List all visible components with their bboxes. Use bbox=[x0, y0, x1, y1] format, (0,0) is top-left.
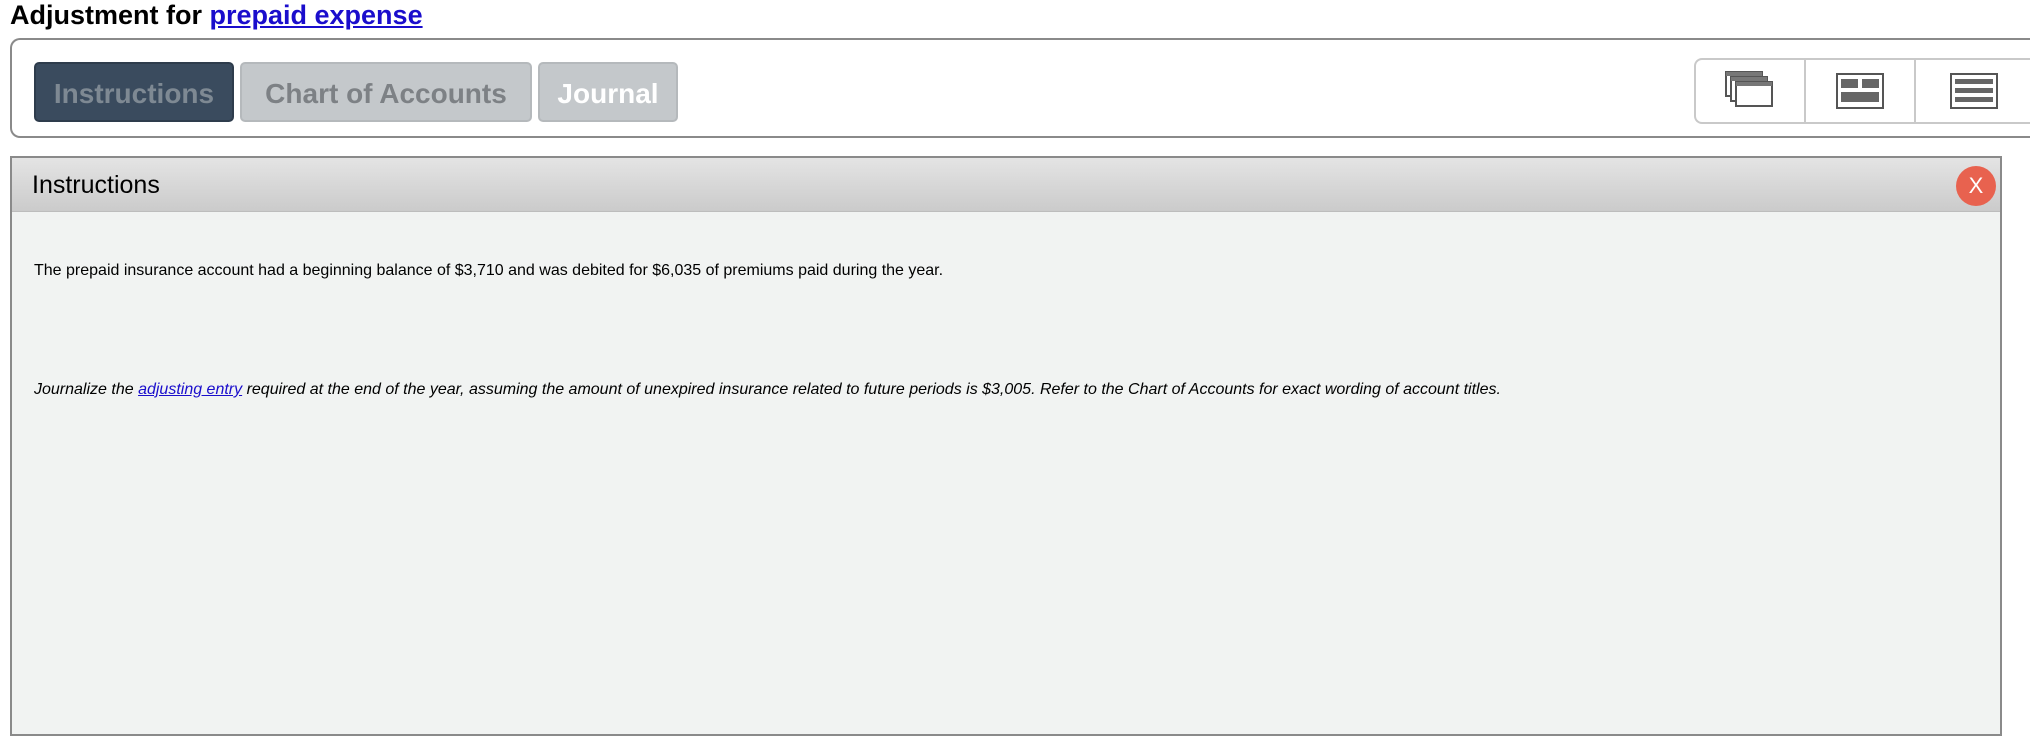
adjusting-entry-link[interactable]: adjusting entry bbox=[138, 381, 242, 398]
list-view-icon bbox=[1950, 73, 1998, 109]
cascade-view-button[interactable] bbox=[1696, 60, 1806, 122]
task-text-start: Journalize the bbox=[34, 381, 139, 398]
panel-title: Instructions bbox=[32, 171, 160, 199]
page-title-prefix: Adjustment for bbox=[10, 0, 210, 30]
close-button[interactable]: X bbox=[1956, 166, 1996, 206]
task-paragraph: Journalize the adjusting entry required … bbox=[34, 366, 1984, 414]
tab-instructions[interactable]: Instructions bbox=[34, 62, 234, 122]
prepaid-expense-link[interactable]: prepaid expense bbox=[210, 0, 423, 30]
page-title: Adjustment for prepaid expense bbox=[10, 0, 423, 30]
view-layout-buttons bbox=[1694, 58, 2030, 124]
instruction-paragraph: The prepaid insurance account had a begi… bbox=[34, 262, 944, 279]
instructions-panel: Instructions X The prepaid insurance acc… bbox=[10, 156, 2002, 736]
split-view-icon bbox=[1836, 73, 1884, 109]
split-view-button[interactable] bbox=[1806, 60, 1916, 122]
cascade-windows-icon bbox=[1725, 71, 1773, 107]
tab-toolbar: Instructions Chart of Accounts Journal bbox=[10, 38, 2030, 138]
list-view-button[interactable] bbox=[1916, 60, 2030, 122]
tab-journal[interactable]: Journal bbox=[538, 62, 678, 122]
panel-header: Instructions X bbox=[12, 158, 2000, 212]
task-text-end: required at the end of the year, assumin… bbox=[242, 381, 1501, 398]
tab-chart-of-accounts[interactable]: Chart of Accounts bbox=[240, 62, 532, 122]
